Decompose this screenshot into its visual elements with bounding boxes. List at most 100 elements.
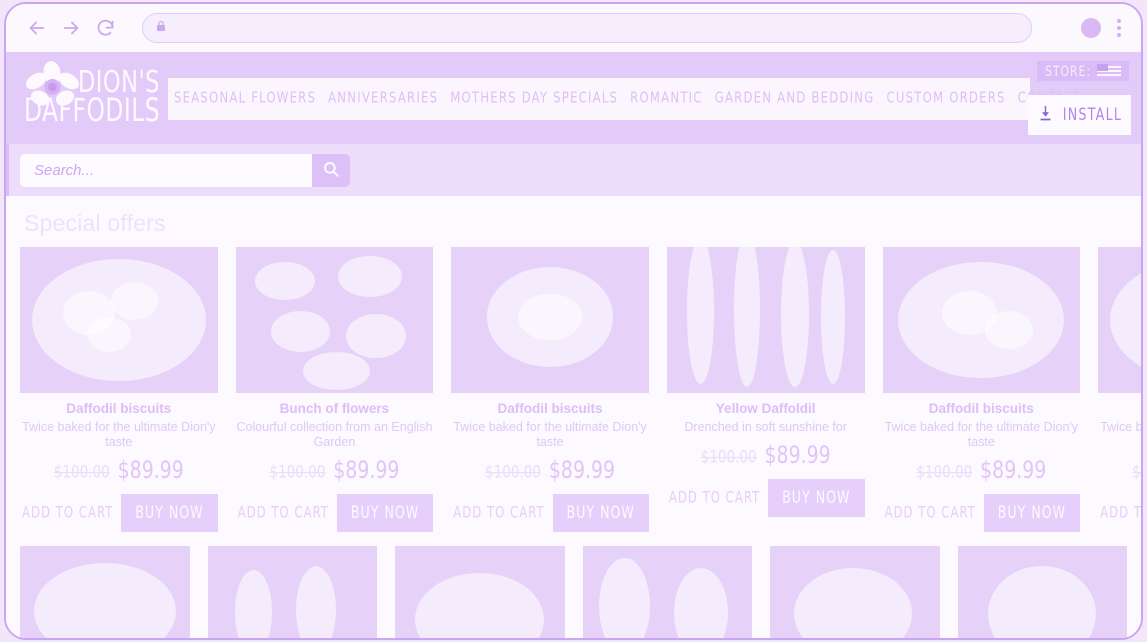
product-image[interactable] <box>582 546 752 638</box>
product-card[interactable] <box>395 546 565 638</box>
product-image[interactable] <box>235 247 434 393</box>
product-image[interactable] <box>882 247 1081 393</box>
avatar-icon[interactable] <box>1081 18 1101 38</box>
add-to-cart-button[interactable]: ADD TO CART <box>1098 500 1141 528</box>
product-price-original: $100.00 <box>53 462 110 483</box>
product-image[interactable] <box>20 247 218 393</box>
site-logo[interactable]: DION'S DAFFODILS. <box>20 60 160 138</box>
buy-now-button[interactable]: BUY NOW <box>983 494 1081 533</box>
buy-now-button[interactable]: BUY NOW <box>336 494 434 533</box>
product-image[interactable] <box>451 247 649 393</box>
search-bar <box>6 144 1141 196</box>
install-button[interactable]: INSTALL <box>1028 95 1131 135</box>
product-image[interactable] <box>666 247 865 393</box>
back-button[interactable] <box>22 13 52 43</box>
svg-text:DAFFODILS.: DAFFODILS. <box>24 91 160 128</box>
add-to-cart-button[interactable]: ADD TO CART <box>883 500 978 528</box>
product-card[interactable]: Daffodil biscuits Twice baked for the ul… <box>451 247 649 533</box>
product-card[interactable] <box>770 546 940 638</box>
reload-button[interactable] <box>90 13 120 43</box>
product-price-current: $89.99 <box>333 456 400 485</box>
product-price-current: $89.99 <box>764 441 831 469</box>
buy-now-button[interactable]: BUY NOW <box>768 479 865 518</box>
forward-button[interactable] <box>56 13 86 43</box>
nav-item-romantic[interactable]: ROMANTIC <box>624 85 709 112</box>
product-price-original: $100.00 <box>485 462 541 483</box>
search-submit-button[interactable] <box>312 153 350 187</box>
kebab-menu-icon[interactable] <box>1111 17 1127 39</box>
product-card[interactable] <box>207 546 377 638</box>
product-pricing: $100.00 $89.99 <box>451 456 649 485</box>
buy-now-label: BUY NOW <box>782 488 851 508</box>
product-price-original: $100.00 <box>269 462 326 483</box>
product-card[interactable]: Daffodil biscuits Twice baked for the ul… <box>1098 247 1141 532</box>
product-card[interactable] <box>957 546 1127 638</box>
arrow-right-icon <box>60 17 82 39</box>
product-actions: ADD TO CART BUY NOW <box>451 494 649 533</box>
nav-item-custom-orders[interactable]: CUSTOM ORDERS <box>880 85 1011 112</box>
browser-toolbar <box>6 4 1141 53</box>
product-title: Daffodil biscuits <box>66 401 172 416</box>
product-price-current: $89.99 <box>548 456 615 485</box>
reload-icon <box>95 18 116 39</box>
product-grid-next-row <box>20 546 1127 638</box>
product-image[interactable] <box>207 546 377 638</box>
product-description: Twice baked for the ultimate Dion'y tast… <box>453 419 647 450</box>
product-image[interactable] <box>1098 247 1141 393</box>
product-title: Bunch of flowers <box>279 401 390 416</box>
product-actions: ADD TO CART BUY NOW <box>236 494 434 533</box>
product-image[interactable] <box>770 546 940 638</box>
product-description: Twice baked for the ultimate Dion'y tast… <box>1100 419 1141 434</box>
nav-item-mothers-day-specials[interactable]: MOTHERS DAY SPECIALS <box>444 85 624 112</box>
product-pricing: $100.00 $89.99 <box>667 441 865 469</box>
product-price-current: $89.99 <box>980 456 1047 485</box>
product-image[interactable] <box>395 546 565 638</box>
product-card[interactable]: Bunch of flowers Colourful collection fr… <box>235 247 434 533</box>
address-bar[interactable] <box>142 13 1032 43</box>
product-title: Daffodil biscuits <box>928 401 1034 416</box>
nav-item-seasonal-flowers[interactable]: SEASONAL FLOWERS <box>168 85 322 112</box>
nav-item-anniversaries[interactable]: ANNIVERSARIES <box>322 85 444 112</box>
product-description: Colourful collection from an English Gar… <box>236 419 433 450</box>
product-title: Yellow Daffoldil <box>715 401 816 416</box>
add-to-cart-button[interactable]: ADD TO CART <box>451 500 546 528</box>
product-pricing: $100.00 $89.99 <box>236 456 434 485</box>
product-actions: ADD TO CART BUY NOW <box>667 479 865 518</box>
add-to-cart-button[interactable]: ADD TO CART <box>20 500 115 528</box>
buy-now-button[interactable]: BUY NOW <box>552 494 649 533</box>
product-actions: ADD TO CART BUY NOW <box>1098 494 1141 532</box>
product-card[interactable]: Daffodil biscuits Twice baked for the ul… <box>882 247 1081 533</box>
product-card[interactable] <box>20 546 190 638</box>
page-title: Special offers <box>24 210 166 236</box>
search-icon <box>322 160 340 181</box>
store-selector[interactable]: STORE: <box>1037 61 1129 81</box>
install-button-label: INSTALL <box>1062 105 1123 125</box>
add-to-cart-button[interactable]: ADD TO CART <box>236 500 331 528</box>
main-content: Special offers Daffodil biscuits Twice b… <box>6 196 1141 638</box>
main-navigation: SEASONAL FLOWERS ANNIVERSARIES MOTHERS D… <box>168 77 1080 120</box>
buy-now-label: BUY NOW <box>997 503 1067 523</box>
product-image[interactable] <box>957 546 1127 638</box>
product-grid: Daffodil biscuits Twice baked for the ul… <box>20 247 1141 533</box>
product-price-original: $100.00 <box>916 462 973 483</box>
product-pricing: $100.00 $89.99 <box>20 457 218 485</box>
nav-item-garden-and-bedding[interactable]: GARDEN AND BEDDING <box>709 85 881 112</box>
buy-now-label: BUY NOW <box>566 503 635 523</box>
search-input[interactable] <box>20 153 312 187</box>
add-to-cart-button[interactable]: ADD TO CART <box>667 484 762 512</box>
product-card[interactable]: Daffodil biscuits Twice baked for the ul… <box>20 247 218 533</box>
us-flag-icon <box>1097 64 1121 78</box>
product-pricing: $100.00 $89.99 <box>883 456 1081 485</box>
product-image[interactable] <box>20 546 190 638</box>
product-actions: ADD TO CART BUY NOW <box>883 494 1081 533</box>
product-description: Twice baked for the ultimate Dion'y tast… <box>22 419 216 450</box>
product-card[interactable] <box>582 546 752 638</box>
buy-now-button[interactable]: BUY NOW <box>121 494 218 533</box>
product-title: Daffodil biscuits <box>1098 401 1141 418</box>
product-price-original: $100.00 <box>1131 462 1141 483</box>
buy-now-label: BUY NOW <box>135 503 204 523</box>
product-card[interactable]: Yellow Daffoldil Drenched in soft sunshi… <box>666 247 865 532</box>
product-actions: ADD TO CART BUY NOW <box>20 494 218 533</box>
lock-icon <box>155 19 167 38</box>
site-header: DION'S DAFFODILS. SEASONAL FLOWERS ANNIV… <box>6 53 1141 144</box>
